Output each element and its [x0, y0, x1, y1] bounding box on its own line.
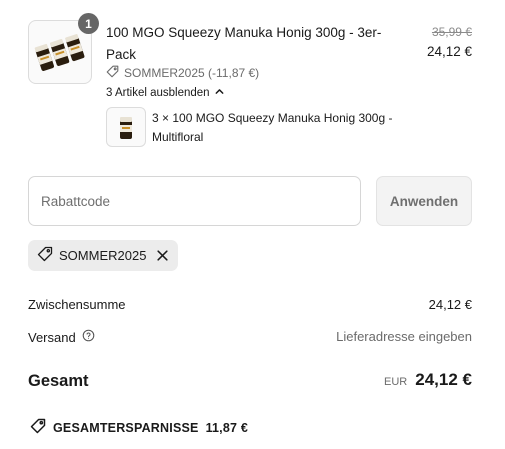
- quantity-badge: 1: [78, 13, 99, 34]
- total-value: 24,12 €: [415, 370, 472, 389]
- savings-value: 11,87 €: [205, 420, 248, 435]
- savings-label: GESAMTERSPARNISSE: [53, 420, 199, 435]
- subtotal-label: Zwischensumme: [28, 297, 126, 312]
- subtotal-value: 24,12 €: [428, 297, 472, 312]
- currency-code: EUR: [384, 376, 408, 388]
- toggle-label: 3 Artikel ausblenden: [106, 87, 210, 99]
- close-icon[interactable]: [156, 249, 169, 262]
- shipping-value: Lieferadresse eingeben: [336, 329, 472, 344]
- chevron-up-icon: [214, 86, 225, 100]
- discount-line-text: SOMMER2025 (-11,87 €): [124, 66, 260, 80]
- total-amount-group: EUR 24,12 €: [384, 370, 472, 390]
- total-savings: GESAMTERSPARNISSE 11,87 €: [30, 418, 248, 437]
- hide-items-toggle[interactable]: 3 Artikel ausblenden: [106, 86, 225, 100]
- tag-icon: [37, 246, 53, 265]
- shipping-label: Versand: [28, 329, 76, 345]
- applied-code-label: SOMMER2025: [59, 248, 147, 263]
- sub-item-title: 3 × 100 MGO Squeezy Manuka Honig 300g - …: [152, 111, 393, 144]
- discount-code-input[interactable]: [28, 176, 361, 226]
- applied-code-chip: SOMMER2025: [28, 240, 179, 271]
- product-title: 100 MGO Squeezy Manuka Honig 300g - 3er-…: [106, 25, 382, 62]
- help-circle-icon[interactable]: [82, 329, 95, 345]
- tag-icon: [106, 65, 119, 81]
- applied-discount-line: SOMMER2025 (-11,87 €): [106, 65, 259, 81]
- shipping-label-row: Versand: [28, 329, 95, 345]
- current-price: 24,12 €: [426, 44, 472, 59]
- apply-button[interactable]: Anwenden: [376, 176, 472, 226]
- total-label: Gesamt: [28, 372, 89, 390]
- honey-jar-image: [120, 117, 132, 139]
- tag-icon: [30, 418, 46, 437]
- sub-item-thumbnail: [106, 107, 146, 147]
- original-price: 35,99 €: [431, 25, 472, 39]
